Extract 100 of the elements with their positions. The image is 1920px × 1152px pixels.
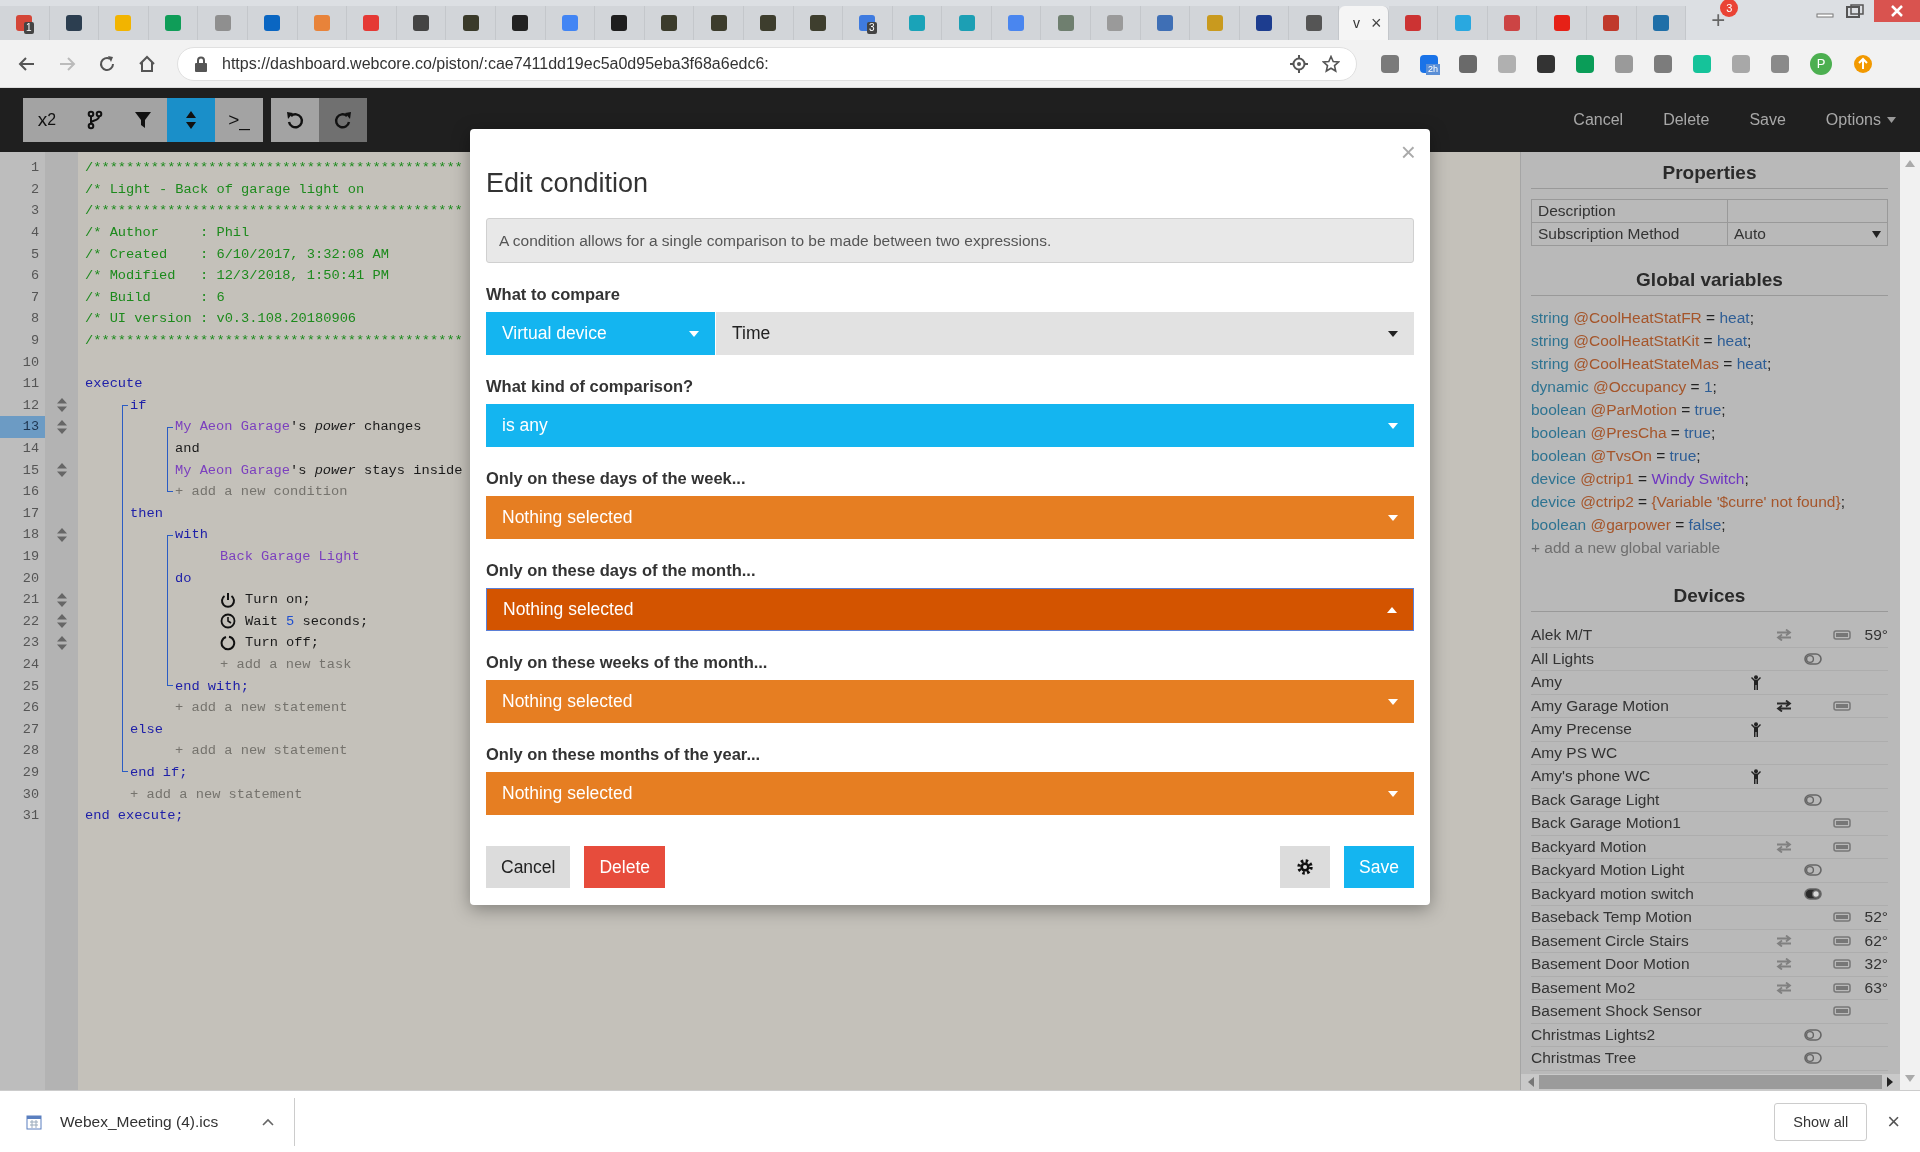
browser-tab[interactable] [595,6,645,40]
toolbar-action[interactable]: Cancel [1553,111,1644,129]
undo-button[interactable] [271,98,319,142]
fold-arrows-icon[interactable] [56,614,67,629]
home-icon[interactable] [137,53,157,74]
update-icon[interactable] [1853,53,1873,74]
fold-arrows-icon[interactable] [56,398,67,413]
sort-button[interactable] [167,98,215,142]
variable-declaration[interactable]: boolean @TvsOn = true; [1531,444,1888,467]
device-name[interactable]: Amy's phone WC [1531,767,1742,786]
device-name[interactable]: Backyard Motion [1531,837,1742,856]
device-name[interactable]: Basement Mo2 [1531,978,1742,997]
line-number: 30 [21,785,40,804]
browser-tab[interactable] [743,6,794,40]
location-icon[interactable] [1290,54,1308,73]
download-file-name[interactable]: Webex_Meeting (4).ics [60,1112,219,1131]
close-button[interactable]: × [1881,1107,1906,1136]
close-window-button[interactable] [1874,0,1920,22]
code-line: do [175,570,192,586]
device-name[interactable]: Back Garage Motion1 [1531,814,1742,833]
variable-declaration[interactable]: string @CoolHeatStatKit = heat; [1531,329,1888,352]
browser-tab[interactable] [49,6,100,40]
line-number: 8 [29,310,40,329]
device-name[interactable]: Christmas Tree [1531,1049,1742,1068]
scroll-left-icon[interactable] [1527,1077,1535,1087]
caret-icon[interactable] [262,1117,275,1126]
console-button[interactable]: >_ [215,98,263,142]
property-dropdown[interactable]: Auto [1728,223,1887,245]
device-name[interactable]: Back Garage Light [1531,790,1742,809]
fold-arrows-icon[interactable] [56,419,67,434]
browser-tab[interactable] [694,6,744,40]
variable-declaration[interactable]: dynamic @Occupancy = 1; [1531,375,1888,398]
device-name[interactable]: All Lights [1531,649,1742,668]
device-name[interactable]: Alek M/T [1531,626,1742,645]
variable-declaration[interactable]: boolean @PresCha = true; [1531,421,1888,444]
variable-declaration[interactable]: device @ctrip2 = {Variable '$curre' not found}; [1531,490,1888,513]
caret-icon [1387,606,1397,613]
fold-arrows-icon[interactable] [56,463,67,478]
fold-arrows-icon[interactable] [56,527,67,542]
device-name[interactable]: Backyard motion switch [1531,884,1742,903]
browser-tab[interactable]: 3 [843,6,893,40]
browser-tab[interactable] [446,6,496,40]
extension-icon[interactable] [1537,54,1555,73]
temperature-reading: 52° [1864,908,1888,927]
line-number: 16 [21,483,40,502]
variable-declaration[interactable]: device @ctrip1 = Windy Switch; [1531,467,1888,490]
filter-button[interactable] [119,98,167,142]
toolbar-action[interactable]: Delete [1643,111,1730,129]
fold-arrows-icon[interactable] [56,592,67,607]
cancel-button[interactable]: Cancel [486,846,571,888]
extension-icon[interactable] [1459,54,1477,73]
device-name[interactable]: Amy [1531,673,1742,692]
toolbar-action[interactable]: Save [1729,111,1806,129]
settings-button[interactable] [1280,846,1331,888]
code-line: end execute; [85,808,184,824]
scroll-down-icon[interactable] [1905,1075,1915,1082]
section-heading: Global variables [1531,267,1888,296]
browser-tab[interactable] [644,6,695,40]
clock-icon [220,613,236,630]
variable-declaration[interactable]: string @CoolHeatStateMas = heat; [1531,352,1888,375]
line-number: 26 [21,699,40,718]
device-name[interactable]: Basement Circle Stairs [1531,931,1742,950]
browser-tab[interactable] [495,6,546,40]
device-name[interactable]: Amy PS WC [1531,743,1742,762]
gear-icon [1296,858,1315,876]
browser-tab[interactable]: 1 [0,6,50,40]
browser-tab[interactable] [396,6,447,40]
reload-icon[interactable] [97,53,117,74]
browser-tab[interactable] [1289,6,1340,40]
star-icon[interactable] [1322,54,1340,73]
fold-arrows-icon[interactable] [56,635,67,650]
device-name[interactable]: Basement Shock Sensor [1531,1002,1742,1021]
show-all-button[interactable]: Show all [1774,1102,1868,1141]
toolbar-action[interactable]: Options [1805,111,1916,129]
variable-declaration[interactable]: boolean @ParMotion = true; [1531,398,1888,421]
line-number: 15 [21,461,40,480]
line-number: 18 [21,526,40,545]
browser-tab[interactable] [793,6,844,40]
device-name[interactable]: Basement Door Motion [1531,955,1742,974]
scroll-up-icon[interactable] [1905,160,1915,167]
browser-tab[interactable] [1239,6,1290,40]
device-name[interactable]: Amy Garage Motion [1531,696,1742,715]
code-line: execute [85,376,143,392]
tab-close-button[interactable]: × [1371,12,1382,34]
code-line: with [175,527,208,543]
variable-declaration[interactable]: boolean @garpower = false; [1531,513,1888,536]
browser-tab[interactable]: v × [1339,6,1389,40]
device-name[interactable]: Baseback Temp Motion [1531,908,1742,927]
code-line: /* Light - Back of garage light on [85,181,365,197]
scroll-right-icon[interactable] [1886,1077,1894,1087]
dropdown[interactable]: Nothing selected [486,588,1414,631]
dropdown[interactable]: Time [716,312,1414,355]
scrollbar-thumb[interactable] [1539,1075,1882,1089]
variable-declaration[interactable]: string @CoolHeatStatFR = heat; [1531,306,1888,329]
address-field[interactable]: https://dashboard.webcore.co/piston/:cae7411dd19ec5a0d95eba3f68a6edc6: [177,46,1357,81]
device-name[interactable]: Amy Precense [1531,720,1742,739]
device-name[interactable]: Christmas Lights2 [1531,1025,1742,1044]
maximize-icon[interactable] [1844,4,1866,20]
device-name[interactable]: Backyard Motion Light [1531,861,1742,880]
delete-button[interactable]: Delete [584,846,666,888]
